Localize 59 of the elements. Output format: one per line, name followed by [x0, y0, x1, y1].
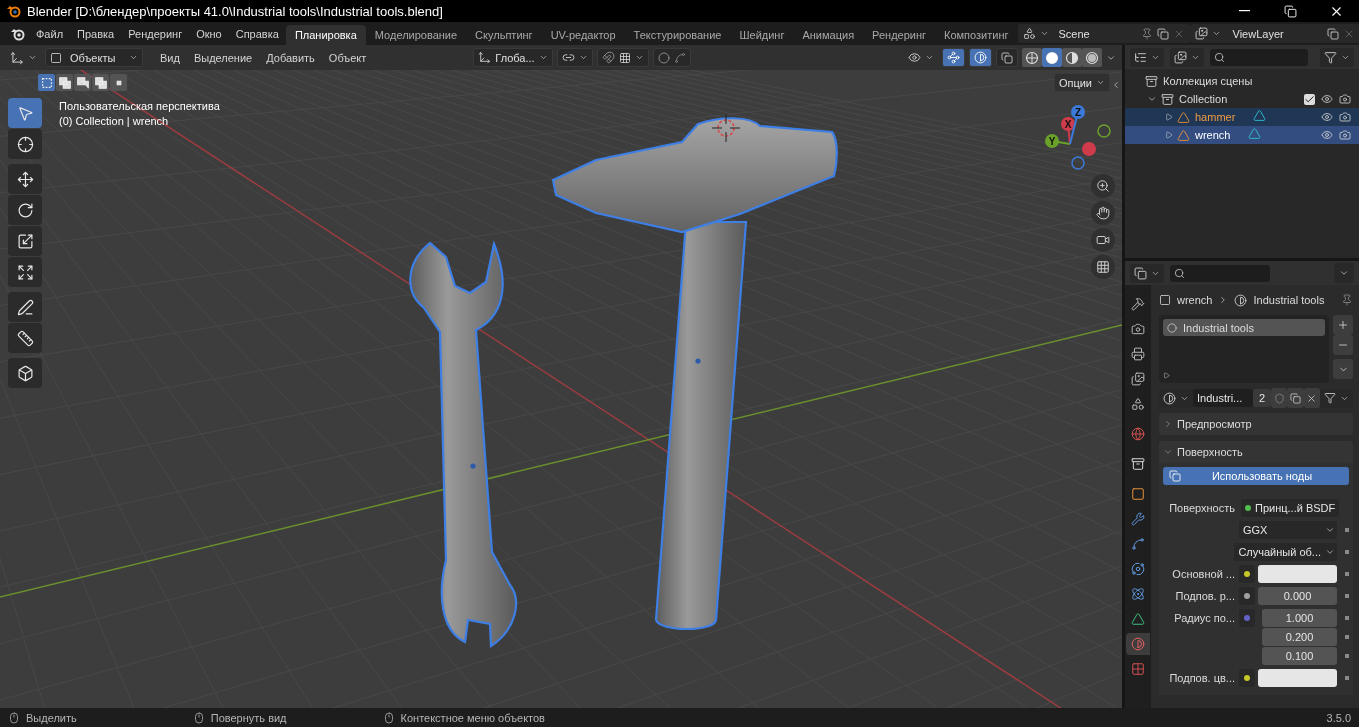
status-hint: Выделить [26, 711, 77, 724]
view-name: Пользовательская перспектива [59, 100, 220, 112]
options-dropdown[interactable]: Опции [1053, 73, 1110, 92]
workspace-tab[interactable]: Композитинг [935, 25, 1018, 45]
menu-item[interactable]: Справка [228, 23, 286, 44]
workspace-tab[interactable]: Анимация [793, 25, 864, 45]
scene-selector[interactable]: Scene [1017, 24, 1190, 43]
outliner-row[interactable]: wrench [1125, 126, 1359, 144]
panel-header[interactable]: Предпросмотр [1159, 413, 1353, 435]
menu-item[interactable]: Файл [29, 23, 71, 44]
use-nodes-button[interactable]: Использовать ноды [1163, 467, 1349, 485]
menu-item[interactable]: Выделение [186, 47, 260, 68]
object-name: wrench [1177, 294, 1213, 306]
axis-label: X [1064, 118, 1072, 130]
viewport-canvas[interactable]: Опции Пользовательская перспектива (0) Collection | wrench X Y Z [0, 70, 1122, 708]
orientation-dropdown[interactable]: Глоба... [473, 48, 553, 67]
material-slot[interactable]: Industrial tools [1163, 319, 1325, 336]
property-label: Основной ... [1171, 568, 1235, 580]
menu-item[interactable]: Рендеринг [121, 23, 190, 44]
status-hint: Повернуть вид [210, 711, 287, 724]
axis-label: Z [1074, 106, 1082, 118]
axis-label: Y [1048, 135, 1056, 147]
property-label: Подпов. цв... [1168, 672, 1235, 684]
property-label: Подпов. р... [1174, 590, 1235, 602]
panel-header[interactable]: Поверхность [1159, 441, 1353, 463]
user-count[interactable]: 2 [1253, 389, 1271, 407]
property-label: Поверхность [1168, 502, 1235, 514]
menu-item[interactable]: Вид [153, 47, 187, 68]
material-name: Industrial tools [1253, 294, 1325, 306]
outliner-row[interactable]: Collection [1125, 90, 1359, 108]
workspace-tab[interactable]: Текстурирование [624, 25, 731, 45]
version-label: 3.5.0 [1326, 711, 1351, 724]
menu-item[interactable]: Окно [189, 23, 229, 44]
scene-collection-label[interactable]: Коллекция сцены [1163, 75, 1253, 87]
menu-item[interactable]: Правка [70, 23, 122, 44]
window-title: Blender [D:\блендер\проекты 41.0\Industrial tools\Industrial tools.blend] [27, 3, 444, 19]
number-field[interactable]: 0.100 [1262, 647, 1337, 665]
dropdown-field[interactable]: GGX [1239, 521, 1337, 539]
navigation-gizmo[interactable]: X Y Z [1038, 102, 1118, 182]
workspace-tab[interactable]: Скульптинг [466, 25, 542, 45]
object-info: (0) Collection | wrench [59, 115, 170, 127]
number-field[interactable]: 1.000 [1262, 609, 1337, 627]
menu-item[interactable]: Добавить [259, 47, 322, 68]
dropdown-field[interactable]: Случайный об... [1234, 543, 1337, 561]
workspace-tab[interactable]: Планировка [285, 25, 366, 45]
outliner-row[interactable]: hammer [1125, 108, 1359, 126]
workspace-tab[interactable]: UV-редактор [541, 25, 625, 45]
status-hint: Контекстное меню объектов [400, 711, 545, 724]
number-field[interactable]: 0.000 [1258, 587, 1337, 605]
workspace-tab[interactable]: Шейдинг [730, 25, 794, 45]
material-name-field[interactable]: Industri... [1193, 389, 1253, 407]
menu-item[interactable]: Объект [321, 47, 374, 68]
workspace-tab[interactable]: Рендеринг [863, 25, 936, 45]
number-field[interactable]: 0.200 [1262, 628, 1337, 646]
workspace-tab[interactable]: Моделирование [365, 25, 467, 45]
view-layer-selector[interactable]: ViewLayer [1189, 24, 1359, 43]
property-label: Радиус по... [1173, 612, 1235, 624]
shader-link-field[interactable]: Принц...й BSDF [1241, 499, 1340, 517]
mode-dropdown[interactable]: Объекты [45, 48, 143, 67]
